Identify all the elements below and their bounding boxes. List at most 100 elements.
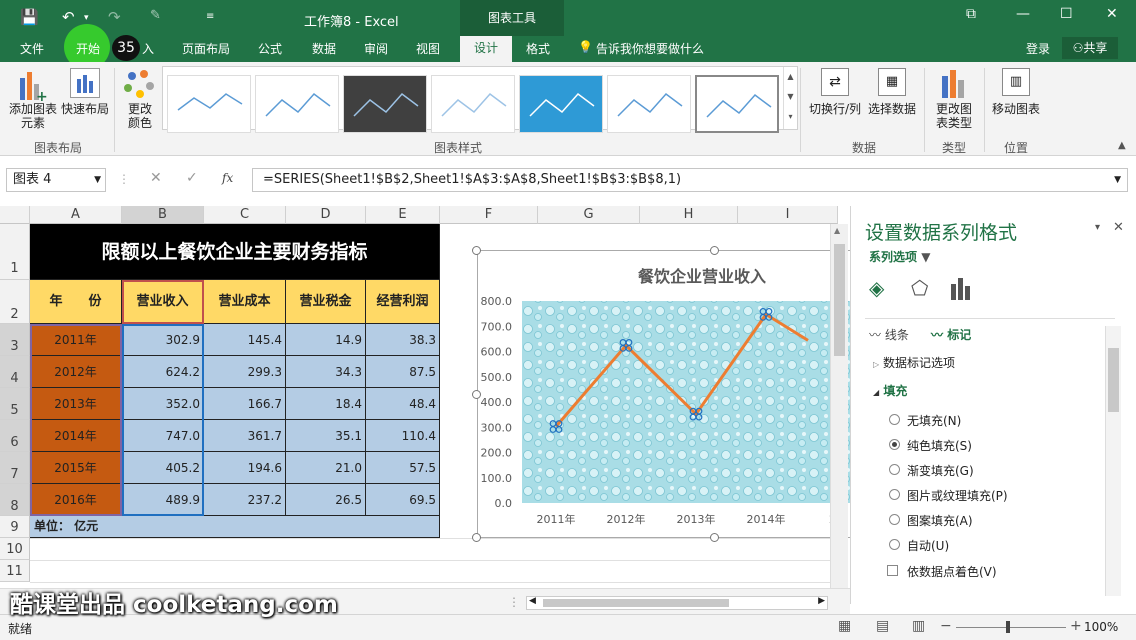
switch-row-column-button[interactable]: ⇄ 切换行/列 [806, 68, 864, 116]
header-tax[interactable]: 营业税金 [286, 280, 366, 324]
chart-style-2[interactable] [255, 75, 339, 133]
chart-style-7-selected[interactable] [695, 75, 779, 133]
sign-in-link[interactable]: 登录 [1026, 40, 1050, 57]
radio-solid-fill[interactable] [889, 439, 900, 450]
value-cell[interactable]: 145.4 [204, 324, 286, 356]
tab-home[interactable]: 开始 [76, 40, 100, 57]
tab-page-layout[interactable]: 页面布局 [182, 40, 230, 57]
chart-style-1[interactable] [167, 75, 251, 133]
zoom-slider-thumb[interactable] [1006, 621, 1010, 633]
value-cell[interactable]: 69.5 [366, 484, 440, 516]
row-header-5[interactable]: 5 [0, 388, 30, 420]
chart-style-3[interactable] [343, 75, 427, 133]
h-scroll-thumb[interactable] [543, 599, 729, 607]
zoom-out-icon[interactable]: − [940, 618, 952, 634]
col-header-c[interactable]: C [204, 206, 286, 224]
tab-review[interactable]: 审阅 [364, 40, 388, 57]
value-cell[interactable]: 18.4 [286, 388, 366, 420]
quick-layout-button[interactable]: 快速布局 [60, 68, 110, 116]
chart-style-6[interactable] [607, 75, 691, 133]
maximize-button[interactable]: ☐ [1060, 6, 1073, 22]
tab-formulas[interactable]: 公式 [258, 40, 282, 57]
header-cost[interactable]: 营业成本 [204, 280, 286, 324]
resize-handle-b[interactable] [710, 533, 719, 542]
row-header-9[interactable]: 9 [0, 516, 30, 538]
tab-data[interactable]: 数据 [312, 40, 336, 57]
cancel-icon[interactable]: ✕ [150, 170, 162, 186]
page-break-view-icon[interactable]: ▥ [912, 618, 925, 634]
zoom-in-icon[interactable]: + [1070, 618, 1082, 634]
value-cell[interactable]: 57.5 [366, 452, 440, 484]
row-header-8[interactable]: 8 [0, 484, 30, 516]
tab-format[interactable]: 格式 [526, 40, 550, 57]
value-cell[interactable]: 48.4 [366, 388, 440, 420]
redo-icon[interactable]: ↷ [108, 8, 121, 26]
value-cell[interactable]: 361.7 [204, 420, 286, 452]
row-header-7[interactable]: 7 [0, 452, 30, 484]
col-header-f[interactable]: F [440, 206, 538, 224]
value-cell[interactable]: 237.2 [204, 484, 286, 516]
expand-formula-icon[interactable]: ▼ [1114, 169, 1121, 191]
row-header-11[interactable]: 11 [0, 560, 30, 582]
pane-close-icon[interactable]: ✕ [1113, 220, 1124, 235]
value-cell[interactable]: 34.3 [286, 356, 366, 388]
resize-handle-l[interactable] [472, 390, 481, 399]
scroll-thumb[interactable] [834, 244, 845, 356]
plot-area[interactable] [522, 301, 850, 503]
value-cell[interactable]: 14.9 [286, 324, 366, 356]
zoom-slider[interactable] [956, 627, 1066, 628]
minimize-button[interactable]: — [1016, 6, 1030, 22]
row-header-10[interactable]: 10 [0, 538, 30, 560]
header-year[interactable]: 年 份 [30, 280, 122, 324]
table-title[interactable]: 限额以上餐饮企业主要财务指标 [30, 224, 440, 280]
normal-view-icon[interactable]: ▦ [838, 618, 851, 634]
tab-file[interactable]: 文件 [20, 40, 44, 57]
vary-colors-checkbox[interactable] [887, 565, 898, 576]
value-cell[interactable]: 166.7 [204, 388, 286, 420]
close-button[interactable]: ✕ [1106, 6, 1118, 22]
value-cell[interactable]: 35.1 [286, 420, 366, 452]
pane-scrollbar[interactable] [1105, 326, 1121, 596]
value-cell[interactable]: 26.5 [286, 484, 366, 516]
radio-auto-fill[interactable] [889, 539, 900, 550]
tab-insert[interactable]: 入 [142, 40, 154, 57]
select-data-button[interactable]: ▦ 选择数据 [866, 68, 918, 116]
col-header-g[interactable]: G [538, 206, 640, 224]
value-cell[interactable]: 194.6 [204, 452, 286, 484]
tab-design[interactable]: 设计 [460, 36, 512, 62]
row-header-6[interactable]: 6 [0, 420, 30, 452]
resize-handle-t[interactable] [710, 246, 719, 255]
radio-pattern-fill[interactable] [889, 514, 900, 525]
col-header-b[interactable]: B [122, 206, 204, 224]
vertical-scrollbar[interactable]: ▲ [830, 224, 848, 588]
header-profit[interactable]: 经营利润 [366, 280, 440, 324]
series-options-icon[interactable] [951, 278, 973, 300]
name-box[interactable]: 图表 4 ▼ [6, 168, 106, 192]
fill-line-icon[interactable]: ◈ [869, 276, 895, 302]
enter-icon[interactable]: ✓ [186, 170, 198, 186]
value-cell[interactable]: 21.0 [286, 452, 366, 484]
horizontal-scrollbar[interactable]: ◀ ▶ [526, 596, 828, 610]
ribbon-display-icon[interactable]: ⧉ [966, 6, 976, 22]
tell-me-search[interactable]: 告诉我你想要做什么 [596, 40, 704, 57]
change-colors-button[interactable]: 更改颜色 [118, 68, 162, 130]
value-cell[interactable]: 87.5 [366, 356, 440, 388]
col-header-d[interactable]: D [286, 206, 366, 224]
tab-view[interactable]: 视图 [416, 40, 440, 57]
gallery-scroll[interactable]: ▲ ▼ ▾ [783, 67, 797, 129]
tab-marker[interactable]: 〰 标记 [931, 326, 971, 343]
chart-style-5[interactable] [519, 75, 603, 133]
formula-input[interactable]: =SERIES(Sheet1!$B$2,Sheet1!$A$3:$A$8,She… [252, 168, 1128, 192]
zoom-level[interactable]: 100% [1084, 620, 1118, 634]
col-header-a[interactable]: A [30, 206, 122, 224]
share-button[interactable]: ⚇共享 [1062, 37, 1118, 59]
change-chart-type-button[interactable]: 更改图表类型 [928, 68, 980, 130]
resize-handle-bl[interactable] [472, 533, 481, 542]
customize-qat-icon[interactable]: ≡ [206, 11, 214, 22]
tab-line[interactable]: 〰 线条 [869, 326, 909, 343]
row-header-2[interactable]: 2 [0, 280, 30, 324]
col-header-h[interactable]: H [640, 206, 738, 224]
fill-section[interactable]: ◢ 填充 [873, 382, 907, 399]
undo-dropdown-icon[interactable]: ▾ [84, 13, 89, 23]
row-header-3[interactable]: 3 [0, 324, 30, 356]
